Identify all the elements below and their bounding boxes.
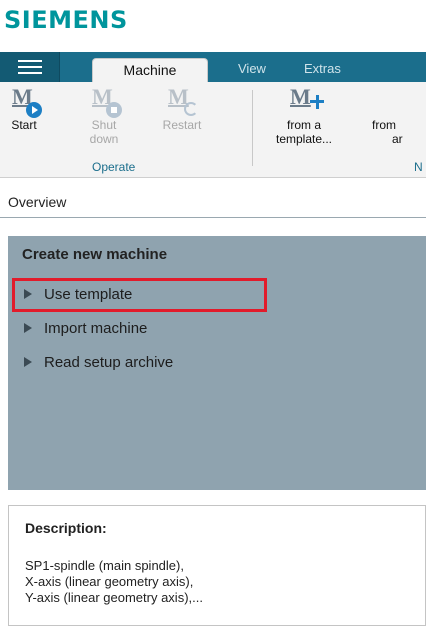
tab-bar: Machine View Extras (0, 52, 426, 82)
app-header: SIEMENS (0, 0, 426, 52)
triangle-right-icon (24, 357, 32, 367)
create-machine-panel: Create new machine Use template Import m… (8, 236, 426, 490)
new-group-label: N (414, 160, 423, 174)
from-archive-button[interactable]: from ar (372, 118, 426, 146)
triangle-right-icon (24, 323, 32, 333)
overview-header: Overview (0, 178, 426, 218)
machine-restart-icon: M (162, 84, 202, 118)
read-setup-archive-label: Read setup archive (44, 354, 174, 371)
from-label: from (372, 118, 396, 132)
machine-add-icon: M (282, 84, 326, 118)
overview-label: Overview (8, 194, 67, 210)
import-machine-item[interactable]: Import machine (18, 320, 147, 346)
description-panel: Description: SP1-spindle (main spindle),… (8, 505, 426, 626)
down-label: down (89, 132, 119, 146)
operate-group-label: Operate (92, 160, 136, 174)
tab-machine[interactable]: Machine (92, 58, 208, 82)
template-label: template... (275, 132, 333, 146)
tab-extras[interactable]: Extras (304, 58, 341, 82)
description-line: Y-axis (linear geometry axis),... (25, 590, 203, 605)
restart-label: Restart (162, 118, 202, 132)
description-line: X-axis (linear geometry axis), (25, 574, 194, 589)
description-line: SP1-spindle (main spindle), (25, 558, 184, 573)
shut-label: Shut (91, 118, 117, 132)
panel-title: Create new machine (22, 246, 168, 263)
from-a-label: from a (286, 118, 321, 132)
ribbon-separator (252, 90, 253, 166)
machine-start-icon: M (4, 84, 44, 118)
machine-shutdown-icon: M (84, 84, 124, 118)
shut-down-button[interactable]: M Shut down (82, 84, 126, 146)
start-label: Start (11, 118, 37, 132)
import-machine-label: Import machine (44, 320, 148, 337)
ar-label: ar (392, 132, 403, 146)
tab-view[interactable]: View (238, 58, 266, 82)
description-title: Description: (25, 520, 107, 536)
read-setup-archive-item[interactable]: Read setup archive (18, 354, 173, 380)
highlight-box (12, 278, 267, 312)
ribbon: M Start M Shut down M Restart Operate M … (0, 82, 426, 178)
restart-button[interactable]: M Restart (152, 84, 212, 132)
start-button[interactable]: M Start (2, 84, 46, 132)
from-template-button[interactable]: M from a template... (262, 84, 346, 146)
hamburger-menu-button[interactable] (0, 52, 60, 82)
siemens-logo: SIEMENS (4, 6, 128, 34)
